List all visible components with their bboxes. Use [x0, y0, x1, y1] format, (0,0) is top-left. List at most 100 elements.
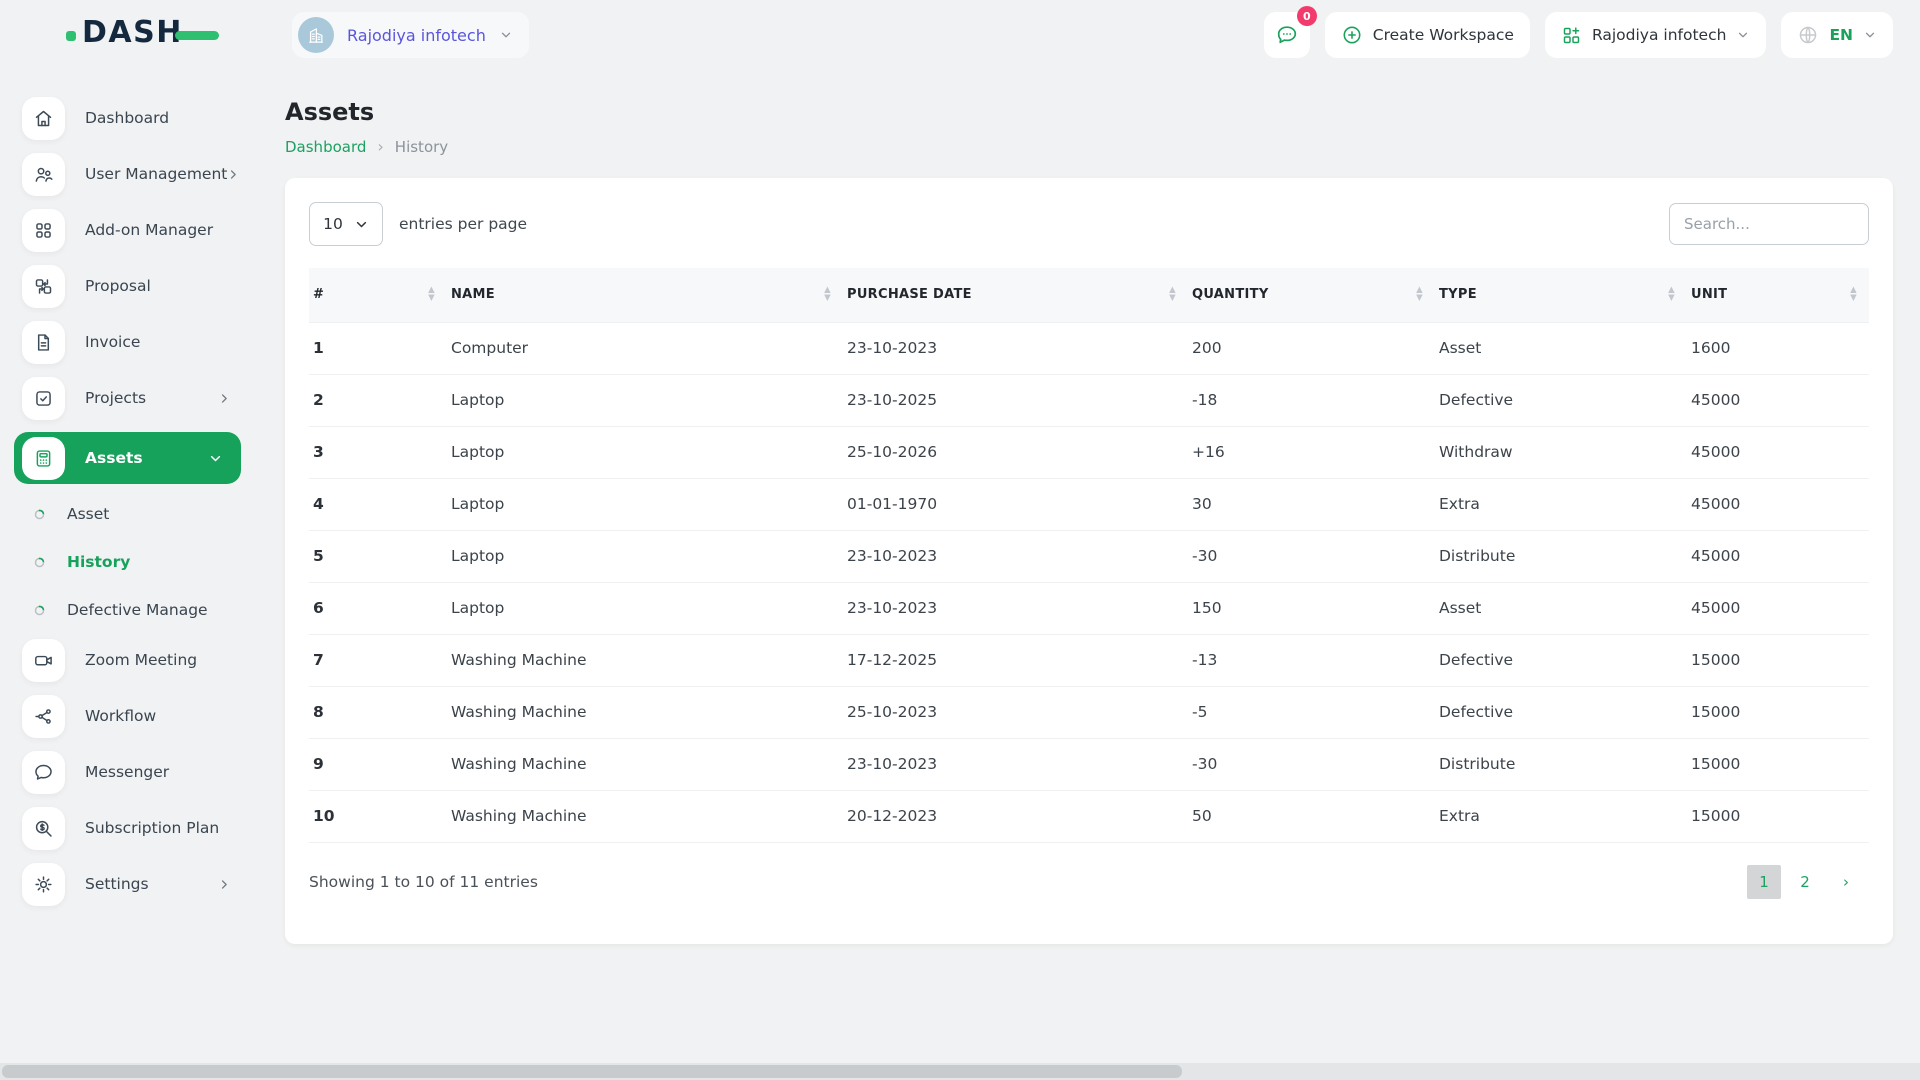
logo-text: DASH — [82, 15, 183, 50]
video-camera-icon — [22, 638, 65, 682]
sidebar-item-label: Invoice — [85, 333, 141, 351]
sidebar-item-proposal[interactable]: Proposal — [22, 264, 255, 308]
sidebar-item-settings[interactable]: Settings — [22, 862, 255, 906]
cell-type: Defective — [1435, 374, 1687, 427]
logo-dash-decoration — [174, 30, 219, 40]
entries-per-page-select[interactable]: 10 — [309, 202, 383, 246]
cell-unit: 45000 — [1687, 582, 1869, 635]
sidebar-item-label: Zoom Meeting — [85, 651, 198, 669]
cell-purchase-date: 20-12-2023 — [843, 790, 1188, 843]
table-row: 7 Washing Machine 17-12-2025 -13 Defecti… — [309, 634, 1869, 687]
cell-quantity: -30 — [1188, 530, 1435, 583]
sidebar-item-user-management[interactable]: User Management — [22, 152, 255, 196]
sidebar-item-label: Subscription Plan — [85, 819, 220, 837]
column-header-purchase-date[interactable]: PURCHASE DATE ▲ ▼ — [843, 268, 1188, 323]
home-icon — [22, 96, 65, 140]
breadcrumb-current: History — [394, 137, 449, 156]
calculator-icon — [22, 436, 65, 480]
sidebar-item-assets[interactable]: Assets — [14, 432, 241, 484]
chevron-down-icon — [1736, 28, 1750, 42]
sidebar-subitem-asset[interactable]: Asset — [34, 494, 255, 534]
sidebar-subitem-label: History — [67, 553, 131, 571]
top-header: DASH Rajodiya infotech 0 Create Workspac… — [0, 0, 1920, 70]
sidebar-item-label: User Management — [85, 165, 228, 183]
globe-icon — [1797, 24, 1819, 46]
sidebar-item-projects[interactable]: Projects — [22, 376, 255, 420]
table-row: 2 Laptop 23-10-2025 -18 Defective 45000 — [309, 374, 1869, 427]
chevron-right-icon — [218, 878, 231, 891]
chat-bubble-icon — [1277, 26, 1296, 44]
workspace-avatar — [298, 17, 334, 53]
sidebar-item-label: Proposal — [85, 277, 151, 295]
column-header-type[interactable]: TYPE ▲ ▼ — [1435, 268, 1687, 323]
pagination-next-button[interactable]: › — [1829, 865, 1863, 899]
cell-unit: 45000 — [1687, 426, 1869, 479]
pagination-page-2[interactable]: 2 — [1788, 865, 1822, 899]
sidebar-item-subscription-plan[interactable]: Subscription Plan — [22, 806, 255, 850]
column-header-name[interactable]: NAME ▲ ▼ — [447, 268, 843, 323]
company-dropdown[interactable]: Rajodiya infotech — [1544, 12, 1767, 58]
sidebar-subitem-label: Asset — [67, 505, 110, 523]
bullet-circle-icon — [34, 605, 45, 616]
cell-purchase-date: 25-10-2023 — [843, 686, 1188, 739]
sidebar-item-label: Add-on Manager — [85, 221, 214, 239]
checkbox-icon — [22, 376, 65, 420]
sidebar-subitem-label: Defective Manage — [67, 601, 208, 619]
search-dollar-icon — [22, 806, 65, 850]
sidebar-item-addon-manager[interactable]: Add-on Manager — [22, 208, 255, 252]
create-workspace-button[interactable]: Create Workspace — [1324, 12, 1530, 58]
sidebar-item-workflow[interactable]: Workflow — [22, 694, 255, 738]
cell-name: Washing Machine — [447, 634, 843, 687]
cell-type: Defective — [1435, 686, 1687, 739]
bullet-circle-icon — [34, 557, 45, 568]
sidebar-subitem-defective-manage[interactable]: Defective Manage — [34, 590, 255, 630]
main-content: Assets Dashboard › History 10 entries pe… — [255, 70, 1920, 1080]
sidebar-item-zoom-meeting[interactable]: Zoom Meeting — [22, 638, 255, 682]
breadcrumb-separator-icon: › — [377, 137, 384, 156]
chevron-right-icon — [218, 392, 231, 405]
cell-unit: 45000 — [1687, 530, 1869, 583]
chevron-down-icon — [499, 28, 513, 42]
dash-logo[interactable]: DASH — [66, 18, 219, 48]
sidebar-item-label: Assets — [85, 449, 143, 467]
sidebar-item-invoice[interactable]: Invoice — [22, 320, 255, 364]
logo-dot-decoration — [66, 31, 76, 41]
sort-icon: ▲ ▼ — [1416, 285, 1423, 303]
cell-name: Laptop — [447, 426, 843, 479]
cell-unit: 15000 — [1687, 634, 1869, 687]
sidebar-item-messenger[interactable]: Messenger — [22, 750, 255, 794]
cell-index: 10 — [309, 790, 447, 843]
table-header-row: # ▲ ▼ NAME ▲ ▼ PURCHASE DATE ▲ ▼ QUANTITY ▲… — [309, 268, 1869, 323]
horizontal-scrollbar[interactable] — [0, 1063, 1920, 1080]
column-header-index[interactable]: # ▲ ▼ — [309, 268, 447, 323]
cell-quantity: 50 — [1188, 790, 1435, 843]
building-icon — [309, 28, 323, 43]
language-dropdown[interactable]: EN — [1781, 12, 1893, 58]
sort-icon: ▲ ▼ — [428, 285, 435, 303]
sidebar-subitem-history[interactable]: History — [34, 542, 255, 582]
cell-unit: 15000 — [1687, 738, 1869, 791]
page-title: Assets — [285, 98, 375, 126]
pagination-page-1[interactable]: 1 — [1747, 864, 1781, 899]
breadcrumb-dashboard-link[interactable]: Dashboard — [285, 138, 366, 156]
cell-quantity: 30 — [1188, 478, 1435, 531]
search-input[interactable] — [1669, 203, 1869, 245]
horizontal-scrollbar-thumb[interactable] — [2, 1065, 1182, 1078]
sidebar-item-dashboard[interactable]: Dashboard — [22, 96, 255, 140]
entries-per-page-value: 10 — [323, 215, 343, 233]
cell-quantity: -13 — [1188, 634, 1435, 687]
column-header-unit[interactable]: UNIT ▲ ▼ — [1687, 268, 1869, 323]
column-header-quantity[interactable]: QUANTITY ▲ ▼ — [1188, 268, 1435, 323]
cell-type: Extra — [1435, 478, 1687, 531]
cell-type: Extra — [1435, 790, 1687, 843]
cell-quantity: -30 — [1188, 738, 1435, 791]
cell-purchase-date: 25-10-2026 — [843, 426, 1188, 479]
bullet-circle-icon — [34, 509, 45, 520]
sidebar-item-label: Dashboard — [85, 109, 170, 127]
cell-index: 1 — [309, 322, 447, 375]
workspace-selector[interactable]: Rajodiya infotech — [292, 12, 529, 58]
cell-type: Defective — [1435, 634, 1687, 687]
messages-button[interactable]: 0 — [1263, 6, 1317, 58]
workspace-grid-icon — [1561, 25, 1582, 46]
cell-purchase-date: 23-10-2023 — [843, 322, 1188, 375]
